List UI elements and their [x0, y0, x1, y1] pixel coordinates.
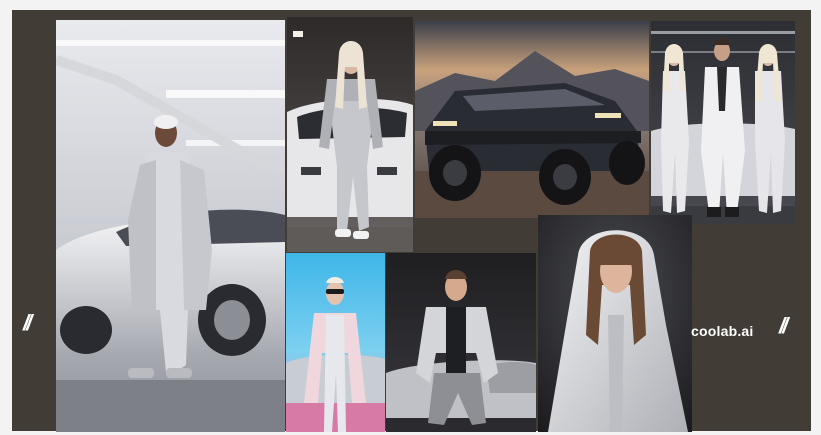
photo-woman-sunglasses[interactable]	[286, 253, 385, 432]
photo-man-grey-jacket[interactable]	[386, 253, 536, 432]
brand-logo-text[interactable]: coolab.ai	[691, 323, 753, 339]
photo-group-white-suits[interactable]	[651, 21, 795, 224]
photo-woman-silver-outfit[interactable]	[287, 17, 413, 252]
moodboard-canvas: // coolab.ai //	[12, 10, 811, 432]
photo-man-silver-coat-image	[56, 20, 285, 432]
photo-woman-white-hoodie[interactable]	[538, 215, 692, 432]
photo-futuristic-truck-image	[415, 21, 649, 218]
photo-man-grey-jacket-image	[386, 253, 536, 432]
photo-group-white-suits-image	[651, 21, 795, 224]
left-decorative-mark: //	[23, 310, 32, 335]
photo-woman-white-hoodie-image	[538, 215, 692, 432]
photo-man-silver-coat[interactable]	[56, 20, 285, 432]
right-decorative-mark: //	[779, 313, 788, 338]
photo-futuristic-truck[interactable]	[415, 21, 649, 218]
photo-woman-silver-outfit-image	[287, 17, 413, 252]
photo-woman-sunglasses-image	[286, 253, 385, 432]
